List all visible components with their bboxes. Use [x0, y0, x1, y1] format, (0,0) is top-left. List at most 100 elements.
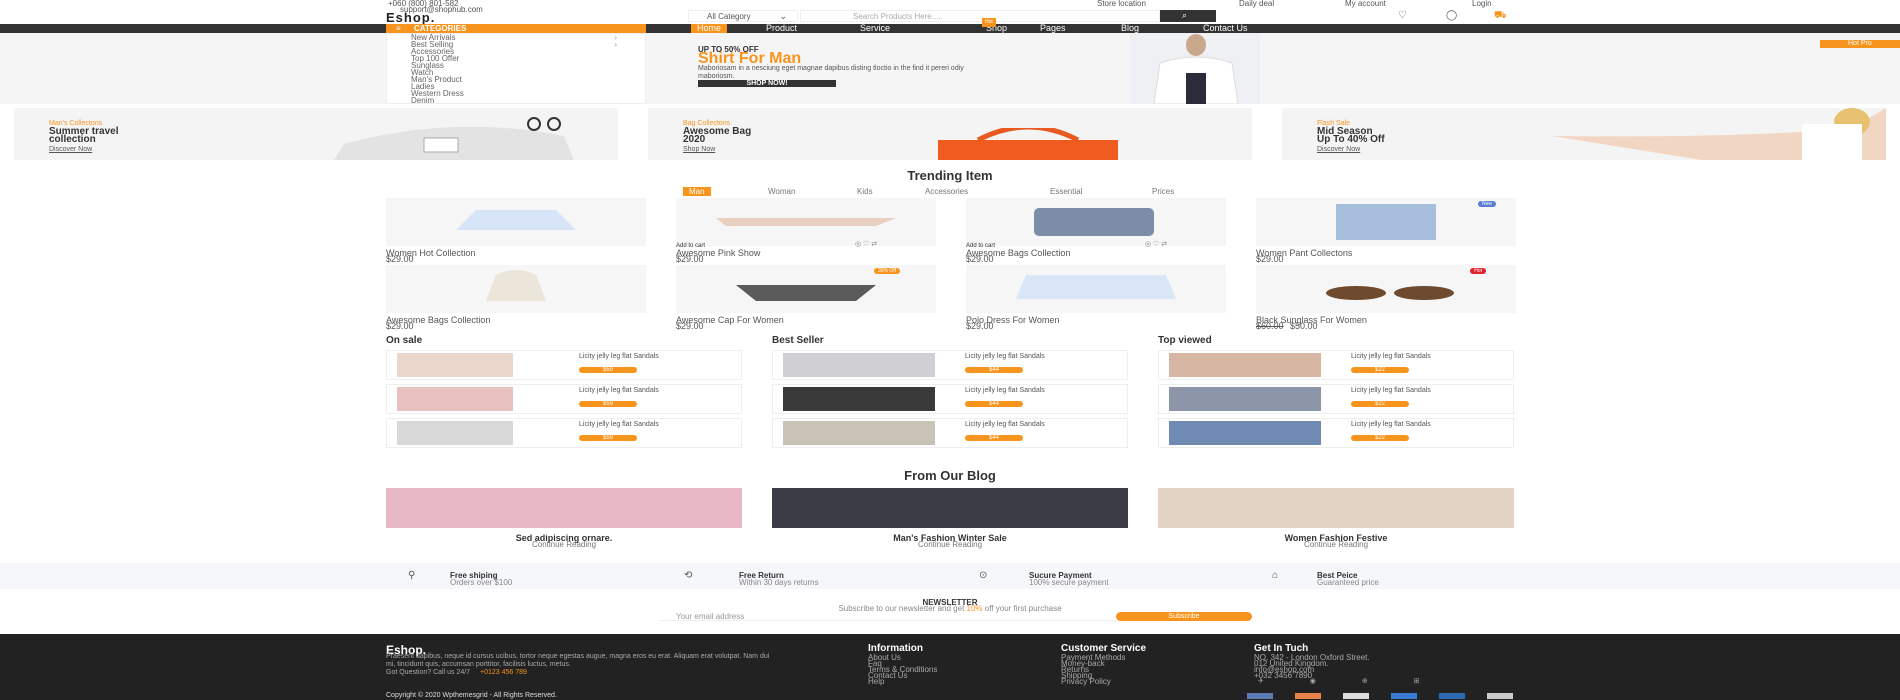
product-card[interactable]: Hot: [1256, 265, 1516, 313]
social-icons[interactable]: ✈ ◉ ⊕ ⊞: [1258, 677, 1442, 685]
tab-essential[interactable]: Essential: [1050, 187, 1082, 196]
banner-summer[interactable]: Man's Collectons Summer travel collectio…: [14, 108, 618, 160]
continue-reading-link[interactable]: Continue Reading: [772, 540, 1128, 549]
toplink-login[interactable]: Login: [1472, 0, 1492, 8]
list-thumb: [1169, 421, 1321, 445]
paypal-icon: [1343, 693, 1369, 699]
list-thumb: [783, 353, 935, 377]
nav-home[interactable]: Home: [691, 24, 728, 33]
list-item[interactable]: Licity jelly leg flat Sandals $44: [772, 350, 1128, 380]
list-title-bestseller: Best Seller: [772, 335, 824, 346]
list-thumb: [397, 353, 513, 377]
continue-reading-link[interactable]: Continue Reading: [386, 540, 742, 549]
list-item[interactable]: Licity jelly leg flat Sandals $22: [1158, 418, 1514, 448]
shop-now-button[interactable]: SHOP NOW!: [698, 80, 836, 87]
tab-kids[interactable]: Kids: [857, 187, 873, 196]
blog-image[interactable]: [386, 488, 742, 528]
visa-icon: [1247, 693, 1273, 699]
search-button[interactable]: ⌕: [1160, 10, 1216, 22]
discover-link[interactable]: Discover Now: [49, 146, 92, 153]
trending-title: Trending Item: [907, 168, 993, 183]
chevron-right-icon: ›: [614, 40, 617, 49]
product-card[interactable]: New: [1256, 198, 1516, 246]
footer-link[interactable]: Privacy Policy: [1061, 677, 1111, 686]
list-item[interactable]: Licity jelly leg flat Sandals $22: [1158, 384, 1514, 414]
product-price: $50.00: [1290, 321, 1318, 331]
product-card[interactable]: [966, 198, 1226, 246]
price-pill: $59: [579, 435, 637, 441]
hero-man-shirt: [1153, 34, 1239, 105]
lock-icon: ⊙: [979, 570, 988, 581]
list-item[interactable]: Licity jelly leg flat Sandals $44: [772, 384, 1128, 414]
banner-woman-image: [1552, 108, 1886, 160]
list-thumb: [783, 421, 935, 445]
toplink-account[interactable]: My account: [1345, 0, 1386, 8]
list-item[interactable]: Licity jelly leg flat Sandals $22: [1158, 350, 1514, 380]
new-badge: New: [1477, 201, 1496, 207]
subscribe-button[interactable]: Subscribe: [1116, 612, 1252, 621]
footer-about: Praesent dapibus, neque id cursus ucibus…: [386, 653, 770, 668]
cart-icon[interactable]: ⛟: [1494, 10, 1507, 23]
blog-image[interactable]: [1158, 488, 1514, 528]
list-item[interactable]: Licity jelly leg flat Sandals $44: [772, 418, 1128, 448]
main-nav: Home Product Service Shop Hot Pages Blog…: [0, 18, 1900, 33]
list-thumb: [397, 421, 513, 445]
toplink-deal[interactable]: Daily deal: [1239, 0, 1274, 8]
tab-accessories[interactable]: Accessories: [925, 187, 968, 196]
categories-header[interactable]: ≡ CATEGORIES: [386, 24, 646, 33]
nav-product[interactable]: Product: [766, 24, 797, 33]
product-card[interactable]: [386, 198, 646, 246]
footer: [0, 634, 1900, 700]
blog-image[interactable]: [772, 488, 1128, 528]
continue-reading-link[interactable]: Continue Reading: [1158, 540, 1514, 549]
list-item[interactable]: Licity jelly leg flat Sandals $59: [386, 418, 742, 448]
service-desc: Within 30 days returns: [739, 578, 819, 587]
shop-now-link[interactable]: Shop Now: [683, 146, 715, 153]
account-icon[interactable]: ◯: [1446, 10, 1457, 21]
service-desc: Orders over $100: [450, 578, 513, 587]
categories-list: New Arrivals Best Selling Accessories To…: [386, 33, 646, 105]
user-icon[interactable]: ♡: [1398, 10, 1407, 21]
product-card[interactable]: [966, 265, 1226, 313]
discover-link[interactable]: Discover Now: [1317, 146, 1360, 153]
product-image: [716, 218, 896, 226]
nav-blog[interactable]: Blog: [1121, 24, 1139, 33]
hero-image: [1130, 33, 1260, 105]
footer-link[interactable]: Help: [868, 677, 884, 686]
newsletter-email-input[interactable]: Your email address: [660, 612, 1116, 621]
banner-midseason[interactable]: Flash Sale Mid Season Up To 40% Off Disc…: [1282, 108, 1886, 160]
chevron-down-icon: ⌄: [779, 11, 787, 21]
footer-question: Got Question? Call us 24/7: [386, 669, 471, 676]
product-card[interactable]: 30% Off: [676, 265, 936, 313]
services-strip: [0, 563, 1900, 589]
tab-woman[interactable]: Woman: [768, 187, 795, 196]
product-card[interactable]: [386, 265, 646, 313]
price-pill: $44: [965, 435, 1023, 441]
banner-title: collection: [49, 134, 96, 145]
view-icon[interactable]: ◎ ♡ ⇄: [1145, 240, 1167, 248]
nav-pages[interactable]: Pages: [1040, 24, 1066, 33]
list-item[interactable]: Licity jelly leg flat Sandals $59: [386, 384, 742, 414]
category-select[interactable]: All Category ⌄: [688, 10, 798, 22]
price-pill: $59: [579, 401, 637, 407]
tab-prices[interactable]: Prices: [1152, 187, 1174, 196]
category-item[interactable]: Denim: [411, 96, 434, 105]
price-pill: $22: [1351, 367, 1409, 373]
hot-badge: Hot: [1470, 268, 1486, 274]
footer-phone[interactable]: +0123 456 789: [480, 669, 527, 676]
product-card[interactable]: [676, 198, 936, 246]
nav-service[interactable]: Service: [860, 24, 890, 33]
view-icon[interactable]: ◎ ♡ ⇄: [855, 240, 877, 248]
product-price: $29.00: [1256, 254, 1284, 264]
nav-contact[interactable]: Contact Us: [1203, 24, 1248, 33]
menu-icon: ≡: [396, 24, 401, 33]
list-item[interactable]: Licity jelly leg flat Sandals $59: [386, 350, 742, 380]
toplink-store[interactable]: Store location: [1097, 0, 1146, 8]
list-thumb: [1169, 387, 1321, 411]
tab-man[interactable]: Man: [683, 187, 711, 196]
banner-bag[interactable]: Bag Collectons Awesome Bag 2020 Shop Now: [648, 108, 1252, 160]
logo[interactable]: Eshop.: [386, 10, 435, 25]
hero-desc: Maboriosam in a nesciung eget magnae dap…: [698, 65, 964, 80]
search-input[interactable]: Search Products Here.....: [800, 10, 1160, 22]
hot-badge: Hot: [982, 18, 996, 27]
